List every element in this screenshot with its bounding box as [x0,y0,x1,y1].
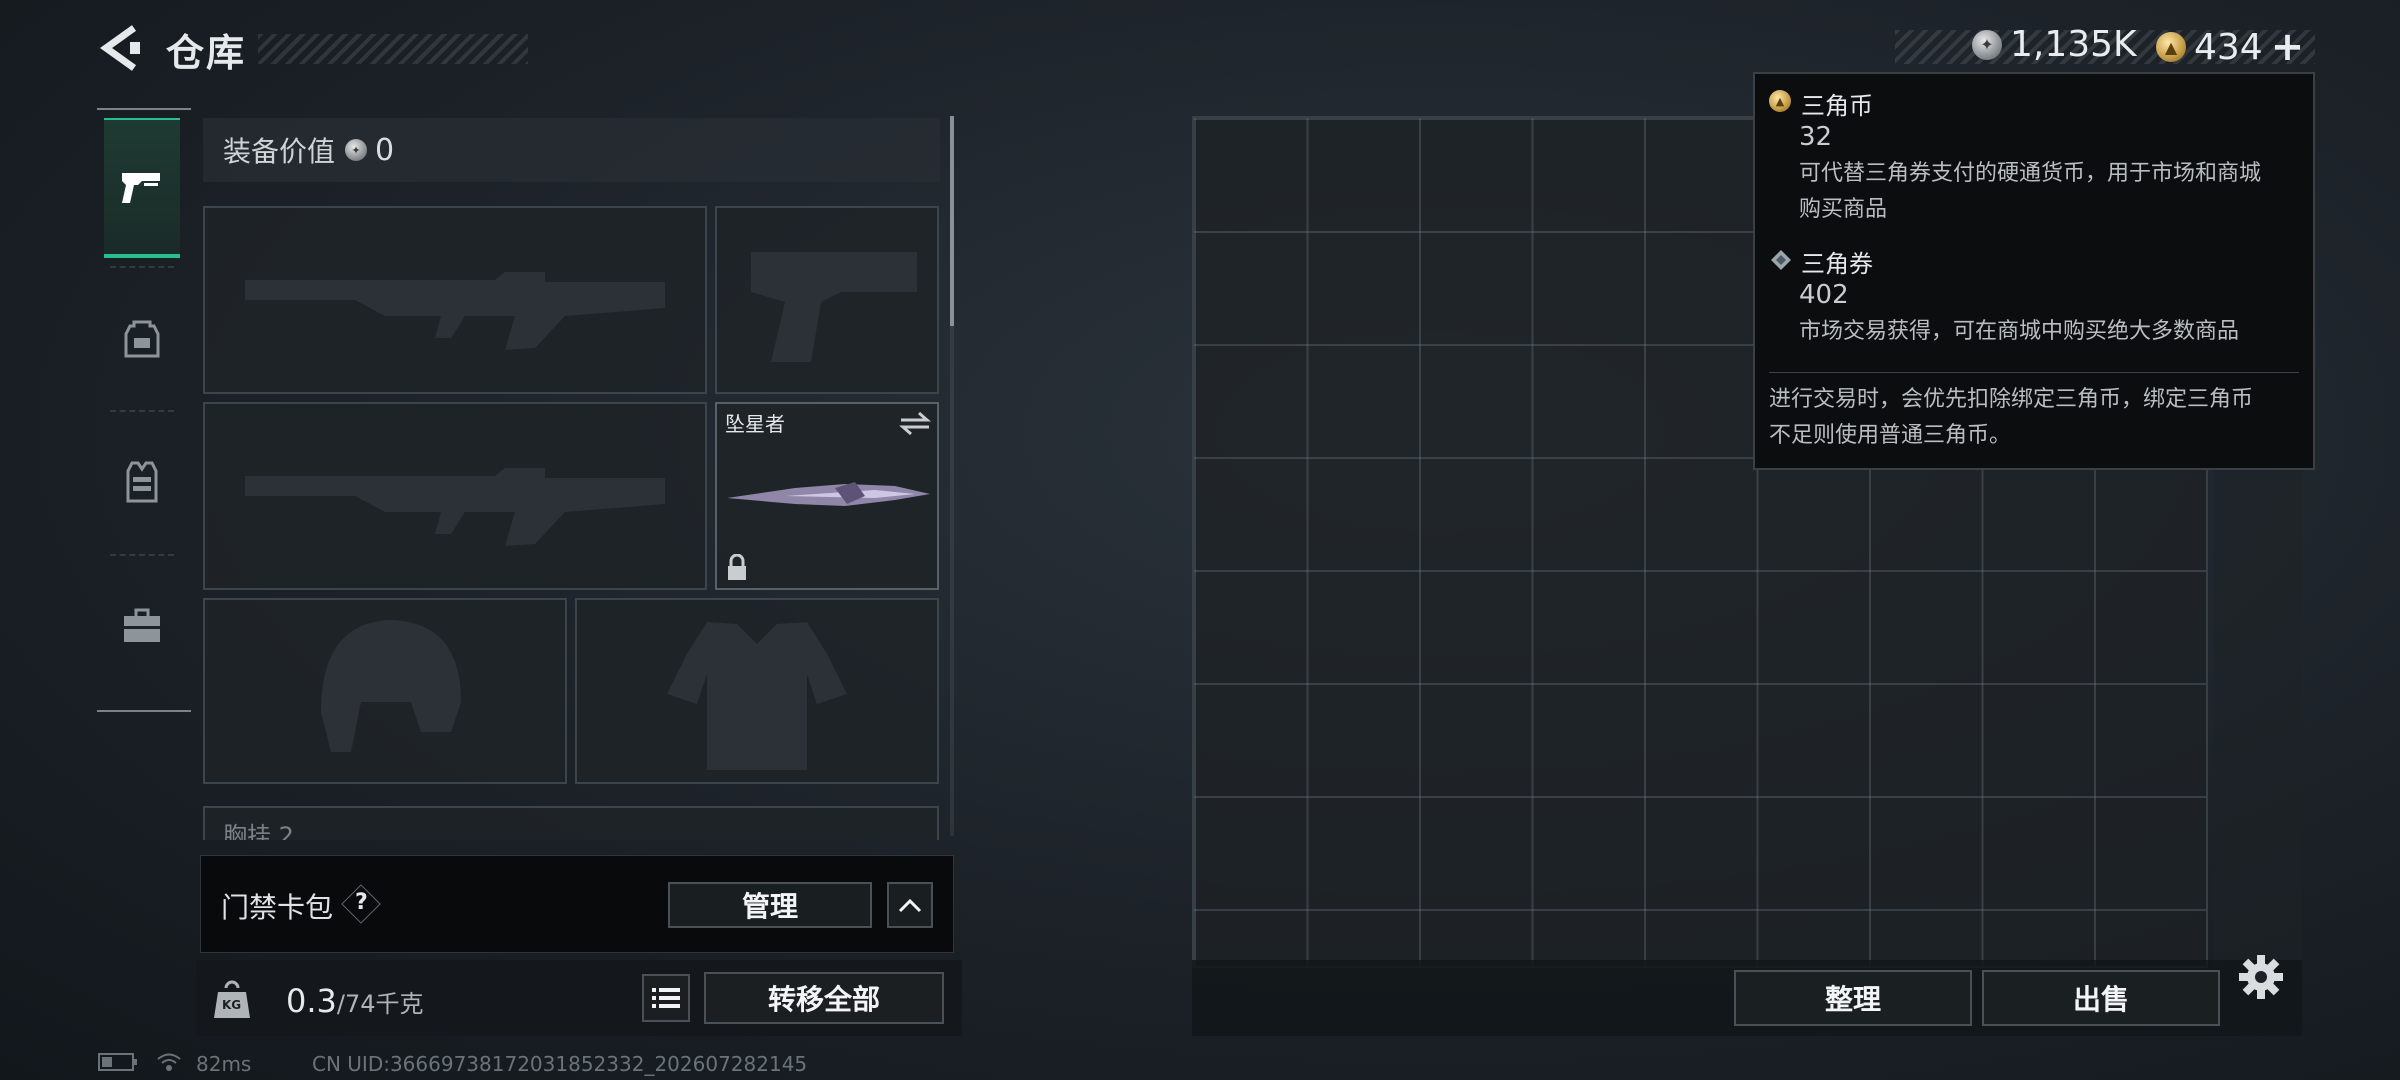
sidebar-item-case[interactable] [104,556,180,696]
back-button[interactable] [99,24,144,72]
tooltip-divider [1769,372,2299,373]
chest-rig-slot[interactable]: 胸挂 2 [203,806,939,840]
list-icon [652,988,680,1008]
coin-description-line-1: 可代替三角券支付的硬通货币，用于市场和商城 [1799,161,2262,186]
ping-text: 82ms [196,1052,252,1076]
vest-icon [126,461,158,503]
sidebar-item-weapons[interactable] [104,118,180,258]
helmet-slot[interactable] [203,598,567,784]
lock-icon [728,554,746,580]
keycard-panel: 门禁卡包 ? 管理 [200,855,954,953]
helmet-silhouette-icon [321,620,461,752]
ticket-icon [1771,250,1791,270]
coin-description-line-2: 购买商品 [1799,197,1888,222]
ticket-value: 402 [1799,280,1849,310]
melee-slot[interactable]: 坠星者 [715,402,939,590]
chevron-up-icon [898,898,922,913]
page-title: 仓库 [166,31,247,75]
sidebar-item-backpack[interactable] [104,268,180,408]
coin-title: 三角币 [1801,92,1873,120]
triangle-coin-currency[interactable]: ▲ 434 + [2156,24,2304,70]
sidebar-top-line [97,108,191,110]
secondary-weapon-slot[interactable] [203,402,707,590]
manage-button[interactable]: 管理 [668,882,872,928]
pistol-silhouette-icon [751,252,917,362]
sort-button[interactable]: 整理 [1734,970,1972,1026]
silver-coin-icon: ✦ [345,139,368,161]
equipment-value-label: 装备价值 [223,135,336,168]
rifle-silhouette-icon [245,272,665,350]
keycard-label: 门禁卡包 [221,891,334,924]
back-arrow-icon [99,25,140,71]
add-currency-button[interactable]: + [2271,24,2305,70]
silver-currency-value: 1,135K [2010,24,2137,65]
chest-rig-label: 胸挂 2 [223,816,294,840]
settings-button[interactable] [2238,954,2284,1000]
wifi-icon [156,1052,182,1077]
equipment-value-amount: 0 [375,132,395,168]
briefcase-icon [124,608,160,642]
weight-kg-icon: KG [212,980,252,1020]
sidearm-slot[interactable] [715,206,939,394]
armor-silhouette-icon [667,622,847,770]
ticket-title: 三角券 [1801,250,1873,278]
help-icon[interactable]: ? [355,890,368,915]
backpack-icon [124,320,160,358]
title-decoration [258,34,528,64]
chest-rig-count: 2 [278,822,294,840]
sell-button[interactable]: 出售 [1982,970,2220,1026]
weight-current: 0.3 [286,982,337,1020]
tooltip-note-line-2: 不足则使用普通三角币。 [1769,423,2012,448]
primary-weapon-slot[interactable] [203,206,707,394]
armor-slot[interactable] [575,598,939,784]
melee-item-name: 坠星者 [725,412,785,436]
chest-rig-name: 胸挂 [223,822,271,840]
silver-coin-icon: ✦ [1972,29,2002,60]
collapse-button[interactable] [887,882,933,928]
knife-icon [727,482,930,506]
uid-text: CN UID:3666973817203185233​2_20260728214… [312,1052,808,1076]
rifle-silhouette-icon [245,468,665,546]
transfer-all-button[interactable]: 转移全部 [704,972,944,1024]
weight-max: /74千克 [336,990,424,1018]
triangle-coin-value: 434 [2194,26,2263,68]
sidebar-item-vest[interactable] [104,412,180,552]
gear-icon [2239,955,2283,999]
equipment-scrollbar[interactable] [950,116,954,326]
weight-readout: 0.3 /74千克 [286,982,424,1020]
triangle-coin-icon: ▲ [1769,90,1791,112]
kg-text: KG [222,998,242,1012]
pistol-icon [122,173,160,203]
ticket-description: 市场交易获得，可在商城中购买绝大多数商品 [1799,319,2240,344]
coin-value: 32 [1799,122,1833,152]
currency-tooltip: ▲ 三角币 32 可代替三角券支付的硬通货币，用于市场和商城 购买商品 三角券 … [1753,72,2315,470]
sidebar-bottom-line [97,710,191,712]
tooltip-note-line-1: 进行交易时，会优先扣除绑定三角币，绑定三角币 [1769,387,2254,412]
swap-icon[interactable] [899,410,931,436]
battery-icon [98,1052,138,1076]
list-view-button[interactable] [642,974,690,1022]
equipment-value-header: 装备价值 ✦ 0 [203,118,940,182]
silver-currency[interactable]: ✦ 1,135K [1972,24,2137,65]
triangle-coin-icon: ▲ [2156,32,2186,62]
